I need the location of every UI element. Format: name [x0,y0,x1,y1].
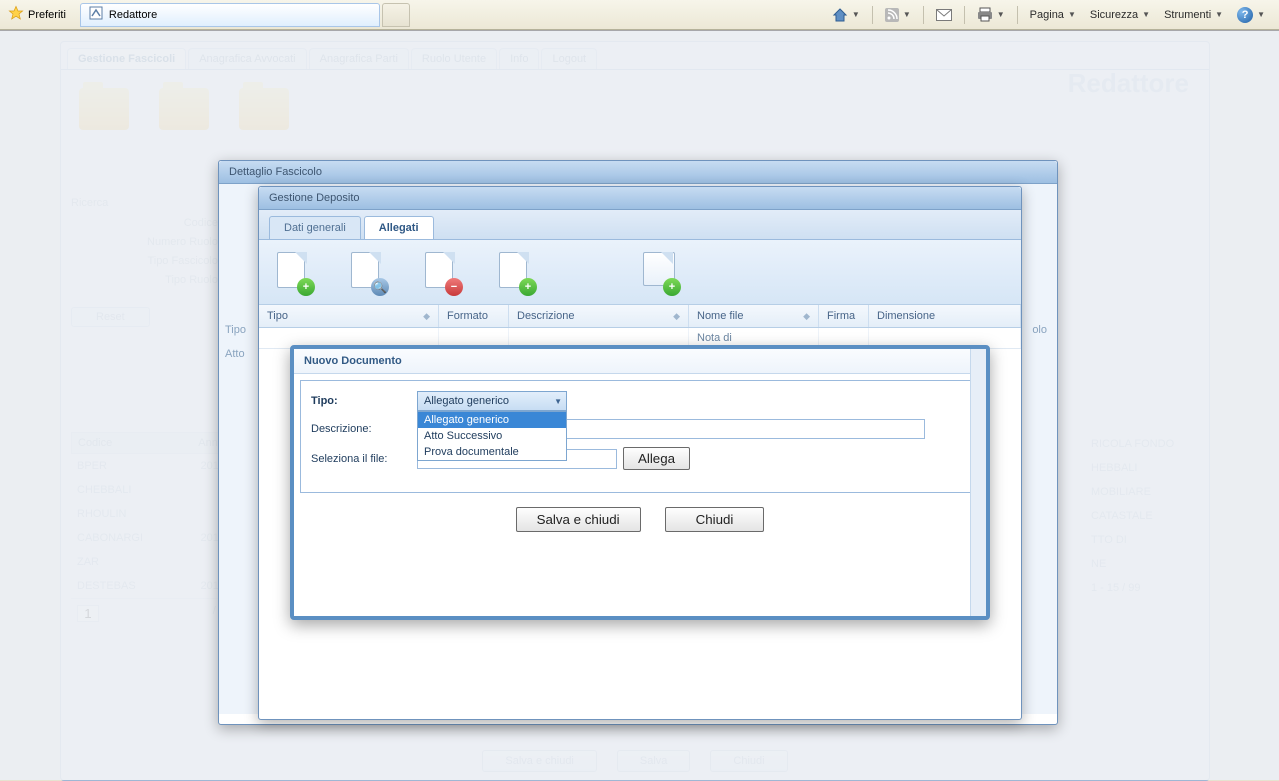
col-tipo[interactable]: Tipo◆ [259,305,439,327]
label-tipo: Tipo: [311,395,411,407]
print-icon [977,7,993,23]
option-atto-successivo[interactable]: Atto Successivo [418,428,566,444]
tipo-dropdown: Allegato generico Atto Successivo Prova … [417,411,567,461]
mail-button[interactable] [932,7,956,23]
sicurezza-menu[interactable]: Sicurezza▼ [1086,7,1154,23]
mail-icon [936,9,952,21]
tipo-combobox[interactable]: Allegato generico ▼ Allegato generico At… [417,391,567,411]
doc-add2-button[interactable]: + [499,252,539,292]
strumenti-menu[interactable]: Strumenti▼ [1160,7,1227,23]
col-formato[interactable]: Formato [439,305,509,327]
window-title: Dettaglio Fascicolo [219,161,1057,184]
scrollbar[interactable] [970,349,986,616]
col-nome-file[interactable]: Nome file◆ [689,305,819,327]
rss-button[interactable]: ▼ [881,6,915,24]
new-tab-button[interactable] [382,3,410,27]
tab-dati-generali[interactable]: Dati generali [269,216,361,239]
rss-icon [885,8,899,22]
allegati-toolbar: + 🔍 − + + [259,240,1021,305]
tipo-combobox-value: Allegato generico [424,395,509,407]
side-label-tipo: Tipo [225,324,246,336]
allegati-grid-header: Tipo◆ Formato Descrizione◆ Nome file◆ Fi… [259,305,1021,328]
col-descrizione[interactable]: Descrizione◆ [509,305,689,327]
deposito-tabs: Dati generali Allegati [259,210,1021,240]
window-nuovo-documento: Nuovo Documento Tipo: Allegato generico … [290,345,990,620]
option-allegato-generico[interactable]: Allegato generico [418,412,566,428]
home-button[interactable]: ▼ [828,5,864,25]
col-dimensione[interactable]: Dimensione [869,305,1021,327]
favorites-button[interactable]: Preferiti [0,0,74,29]
browser-toolbar: Preferiti Redattore ▼ ▼ ▼ Pagina▼ [0,0,1279,30]
tab-title: Redattore [109,9,157,21]
window-title: Nuovo Documento [294,349,986,374]
nuovo-doc-form: Tipo: Allegato generico ▼ Allegato gener… [300,380,980,493]
help-menu[interactable]: ?▼ [1233,5,1269,25]
tab-icon [89,6,103,23]
label-seleziona-file: Seleziona il file: [311,453,411,465]
favorites-label: Preferiti [28,9,66,21]
star-icon [8,5,24,24]
browser-tab-active[interactable]: Redattore [80,3,380,27]
tab-allegati[interactable]: Allegati [364,216,434,239]
allega-button[interactable]: Allega [623,447,690,470]
doc-delete-button[interactable]: − [425,252,465,292]
doc-add-button[interactable]: + [277,252,317,292]
pagina-menu[interactable]: Pagina▼ [1026,7,1080,23]
col-firma[interactable]: Firma [819,305,869,327]
window-title: Gestione Deposito [259,187,1021,210]
nuovo-close-button[interactable]: Chiudi [665,507,765,532]
nuovo-save-close-button[interactable]: Salva e chiudi [516,507,641,532]
home-icon [832,7,848,23]
help-icon: ? [1237,7,1253,23]
side-label-atto: Atto [225,348,245,360]
chevron-down-icon: ▼ [554,397,562,406]
label-descrizione: Descrizione: [311,423,411,435]
print-button[interactable]: ▼ [973,5,1009,25]
doc-bulk-add-button[interactable]: + [643,252,683,292]
side-label-olo: olo [1032,324,1047,336]
option-prova-documentale[interactable]: Prova documentale [418,444,566,460]
doc-view-button[interactable]: 🔍 [351,252,391,292]
